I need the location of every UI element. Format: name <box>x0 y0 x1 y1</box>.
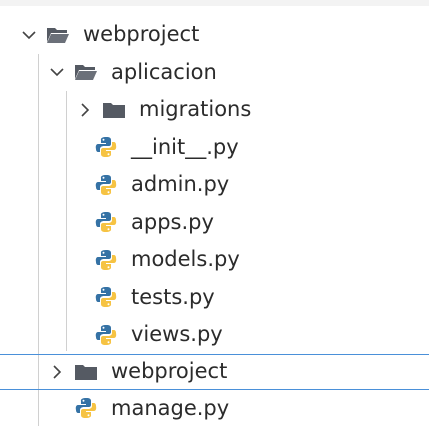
tree-item-label: migrations <box>139 97 252 122</box>
tree-item-label: webproject <box>83 22 200 47</box>
tree-item-label: models.py <box>131 247 240 272</box>
tree-item-label: admin.py <box>131 172 230 197</box>
tree-item-file[interactable]: views.py <box>0 316 429 354</box>
tree-item-webproject-root[interactable]: webproject <box>0 16 429 54</box>
python-file-icon <box>74 396 98 420</box>
tree-item-file[interactable]: manage.py <box>0 390 429 428</box>
tree-item-webproject-inner[interactable]: webproject <box>0 353 429 390</box>
chevron-down-icon[interactable] <box>48 63 66 81</box>
python-file-icon <box>94 173 118 197</box>
chevron-right-icon[interactable] <box>48 363 66 381</box>
panel-top-edge <box>0 0 429 6</box>
tree-item-aplicacion[interactable]: aplicacion <box>0 54 429 92</box>
python-file-icon <box>94 248 118 272</box>
tree-item-migrations[interactable]: migrations <box>0 91 429 129</box>
python-file-icon <box>94 323 118 347</box>
tree-item-label: __init__.py <box>131 134 239 159</box>
folder-open-icon <box>46 23 70 47</box>
python-file-icon <box>94 210 118 234</box>
tree-item-file[interactable]: models.py <box>0 241 429 279</box>
tree-item-label: apps.py <box>131 209 214 234</box>
folder-icon <box>102 98 126 122</box>
python-file-icon <box>94 135 118 159</box>
tree-item-file[interactable]: __init__.py <box>0 129 429 167</box>
tree-item-file[interactable]: admin.py <box>0 166 429 204</box>
chevron-down-icon[interactable] <box>20 26 38 44</box>
tree-item-label: aplicacion <box>111 59 217 84</box>
tree-item-label: webproject <box>111 359 228 383</box>
file-explorer-tree: webproject aplicacion migrations __init_… <box>0 16 429 427</box>
tree-item-file[interactable]: apps.py <box>0 204 429 242</box>
tree-item-label: views.py <box>131 322 223 347</box>
folder-icon <box>74 360 98 384</box>
tree-item-label: tests.py <box>131 284 215 309</box>
python-file-icon <box>94 285 118 309</box>
folder-open-icon <box>74 60 98 84</box>
chevron-right-icon[interactable] <box>76 101 94 119</box>
tree-item-file[interactable]: tests.py <box>0 279 429 317</box>
tree-item-label: manage.py <box>111 395 230 420</box>
